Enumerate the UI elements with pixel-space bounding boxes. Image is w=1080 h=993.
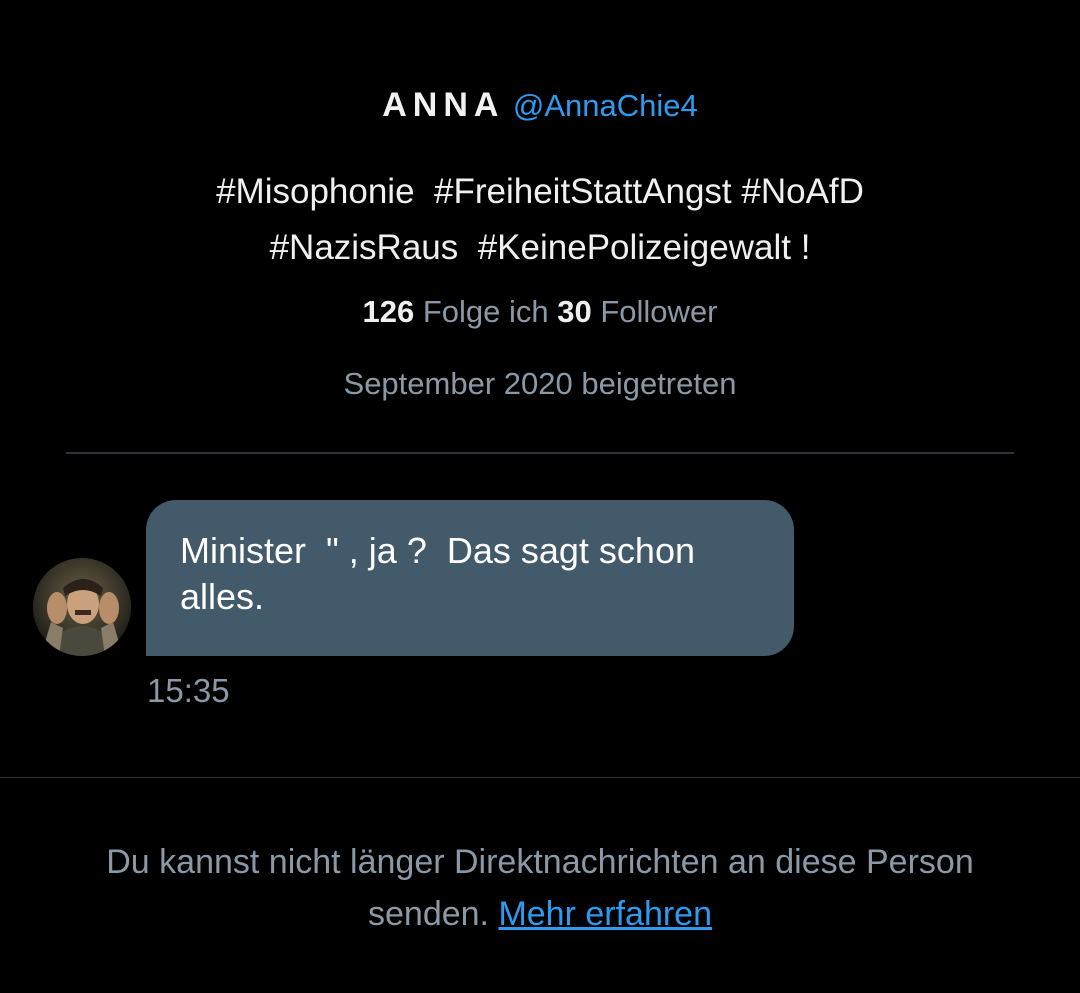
user-handle[interactable]: @AnnaChie4 (513, 88, 698, 123)
notice-line-2: senden. Mehr erfahren (0, 888, 1080, 940)
avatar[interactable] (33, 558, 131, 656)
joined-date: September 2020 beigetreten (343, 366, 737, 401)
name-row[interactable]: ANNA @AnnaChie4 (0, 86, 1080, 125)
follow-stats: 126 Folge ich 30 Follower (0, 294, 1080, 330)
display-name[interactable]: ANNA (382, 86, 504, 124)
bio-line[interactable]: #NazisRaus #KeinePolizeigewalt ! (0, 220, 1080, 276)
message-text-line: Minister " , ja ? Das sagt schon (180, 530, 695, 571)
profile-bio: #Misophonie #FreiheitStattAngst #NoAfD #… (0, 164, 1080, 276)
followers-count: 30 (557, 294, 592, 329)
message-timestamp: 15:35 (147, 672, 230, 709)
followers-link[interactable]: 30 Follower (557, 294, 717, 329)
bio-line[interactable]: #Misophonie #FreiheitStattAngst #NoAfD (0, 164, 1080, 220)
divider (0, 777, 1080, 778)
following-count: 126 (362, 294, 415, 329)
avatar-image (33, 558, 131, 656)
following-link[interactable]: 126 Folge ich (362, 294, 557, 329)
following-label: Folge ich (422, 294, 549, 329)
message-text-line: alles. (180, 576, 265, 617)
notice-text-2: senden. (368, 895, 489, 933)
dm-disabled-notice: Du kannst nicht länger Direktnachrichten… (0, 836, 1080, 940)
message-bubble[interactable]: Minister " , ja ? Das sagt schon alles. (146, 500, 794, 656)
notice-text: Du kannst nicht länger Direktnachrichten… (106, 843, 974, 881)
divider (66, 452, 1014, 454)
followers-label: Follower (600, 294, 718, 329)
learn-more-link[interactable]: Mehr erfahren (498, 895, 712, 933)
